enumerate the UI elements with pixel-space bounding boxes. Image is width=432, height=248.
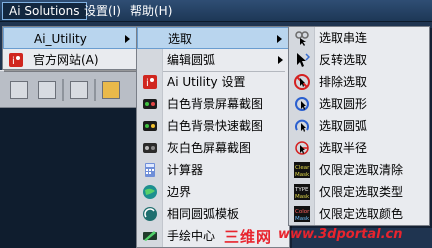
svg-text:Mask: Mask bbox=[295, 194, 310, 200]
ai-utility-submenu: 选取 编辑圆弧 i Ai Utility 设置 白色背景屏幕截图 白色背景快速截… bbox=[136, 26, 290, 248]
svg-text:i: i bbox=[146, 78, 149, 89]
menu-item-boundary[interactable]: 边界 bbox=[137, 181, 289, 203]
menubar-settings[interactable]: 设置(I) bbox=[78, 2, 127, 20]
screenshot-quick-icon bbox=[142, 118, 158, 134]
chain-select-icon bbox=[294, 30, 310, 46]
screenshot-color-icon bbox=[142, 96, 158, 112]
menu-item-mask-color[interactable]: Color Mask 仅限定选取颜色 bbox=[289, 203, 429, 225]
menubar-ai-solutions[interactable]: Ai Solutions bbox=[2, 2, 87, 20]
radius-select-icon bbox=[294, 140, 310, 156]
arc-template-icon bbox=[142, 206, 158, 222]
menu-item-select-arc[interactable]: 选取圆弧 bbox=[289, 115, 429, 137]
workspace-area bbox=[0, 108, 140, 248]
exclude-select-icon bbox=[294, 74, 310, 90]
menu-item-edit-arc[interactable]: 编辑圆弧 bbox=[137, 49, 289, 71]
menu-item-exclude-select[interactable]: 排除选取 bbox=[289, 71, 429, 93]
submenu-arrow-icon bbox=[125, 35, 130, 43]
menu-item-white-bg-quick-screenshot[interactable]: 白色背景快速截图 bbox=[137, 115, 289, 137]
menu-item-select[interactable]: 选取 bbox=[137, 27, 289, 49]
globe-icon bbox=[142, 184, 158, 200]
ai-solutions-menu: Ai_Utility i 官方网站(A) bbox=[2, 26, 138, 70]
menu-item-gray-screenshot[interactable]: 灰白色屏幕截图 bbox=[137, 137, 289, 159]
menu-item-same-arc-template[interactable]: 相同圆弧模板 bbox=[137, 203, 289, 225]
svg-text:Clear: Clear bbox=[295, 165, 310, 171]
calculator-icon bbox=[142, 162, 158, 178]
type-mask-icon: TYPE Mask bbox=[294, 184, 310, 200]
menu-item-reverse-select[interactable]: 反转选取 bbox=[289, 49, 429, 71]
svg-text:Color: Color bbox=[295, 209, 310, 215]
background-toolbar bbox=[0, 70, 140, 108]
menu-item-mask-type[interactable]: TYPE Mask 仅限定选取类型 bbox=[289, 181, 429, 203]
clear-mask-icon: Clear Mask bbox=[294, 162, 310, 178]
watermark: 三维网 www.3dportal.cn bbox=[224, 226, 414, 246]
toolbar-separator bbox=[94, 79, 96, 101]
menu-item-mask-clear[interactable]: Clear Mask 仅限定选取清除 bbox=[289, 159, 429, 181]
svg-text:i: i bbox=[12, 56, 15, 67]
menu-bar: Ai Solutions 设置(I) 帮助(H) bbox=[0, 0, 432, 22]
menu-item-select-circle[interactable]: 选取圆形 bbox=[289, 93, 429, 115]
select-submenu: 选取串连 反转选取 排除选取 选取圆形 选取圆弧 选取半径 ClearMask bbox=[288, 26, 430, 226]
svg-text:Mask: Mask bbox=[295, 216, 310, 222]
svg-text:TYPE: TYPE bbox=[294, 187, 309, 193]
menu-item-white-bg-screenshot[interactable]: 白色背景屏幕截图 bbox=[137, 93, 289, 115]
arc-select-icon bbox=[294, 118, 310, 134]
green-pen-icon bbox=[142, 228, 158, 244]
screenshot-gray-icon bbox=[142, 140, 158, 156]
menu-item-select-radius[interactable]: 选取半径 bbox=[289, 137, 429, 159]
menu-item-ai-utility-settings[interactable]: i Ai Utility 设置 bbox=[137, 71, 289, 93]
toolbar-button[interactable] bbox=[70, 81, 88, 99]
menu-item-ai-utility[interactable]: Ai_Utility bbox=[3, 27, 137, 49]
color-mask-icon: Color Mask bbox=[294, 206, 310, 222]
toolbar-separator bbox=[62, 79, 64, 101]
menu-item-official-site[interactable]: i 官方网站(A) bbox=[3, 49, 137, 71]
toolbar-button[interactable] bbox=[102, 81, 120, 99]
reverse-select-icon bbox=[294, 52, 311, 68]
toolbar-button[interactable] bbox=[10, 81, 28, 99]
ai-logo-icon: i bbox=[8, 52, 24, 68]
ai-logo-icon: i bbox=[142, 74, 158, 90]
watermark-cn: 三维网 bbox=[224, 228, 273, 246]
submenu-arrow-icon bbox=[278, 56, 283, 64]
menubar-help[interactable]: 帮助(H) bbox=[124, 2, 178, 20]
circle-select-icon bbox=[294, 96, 310, 112]
watermark-url: www.3dportal.cn bbox=[278, 227, 403, 242]
svg-text:Mask: Mask bbox=[295, 172, 310, 178]
menu-item-calculator[interactable]: 计算器 bbox=[137, 159, 289, 181]
toolbar-button[interactable] bbox=[38, 81, 56, 99]
menu-item-select-chain[interactable]: 选取串连 bbox=[289, 27, 429, 49]
submenu-arrow-icon bbox=[277, 35, 282, 43]
